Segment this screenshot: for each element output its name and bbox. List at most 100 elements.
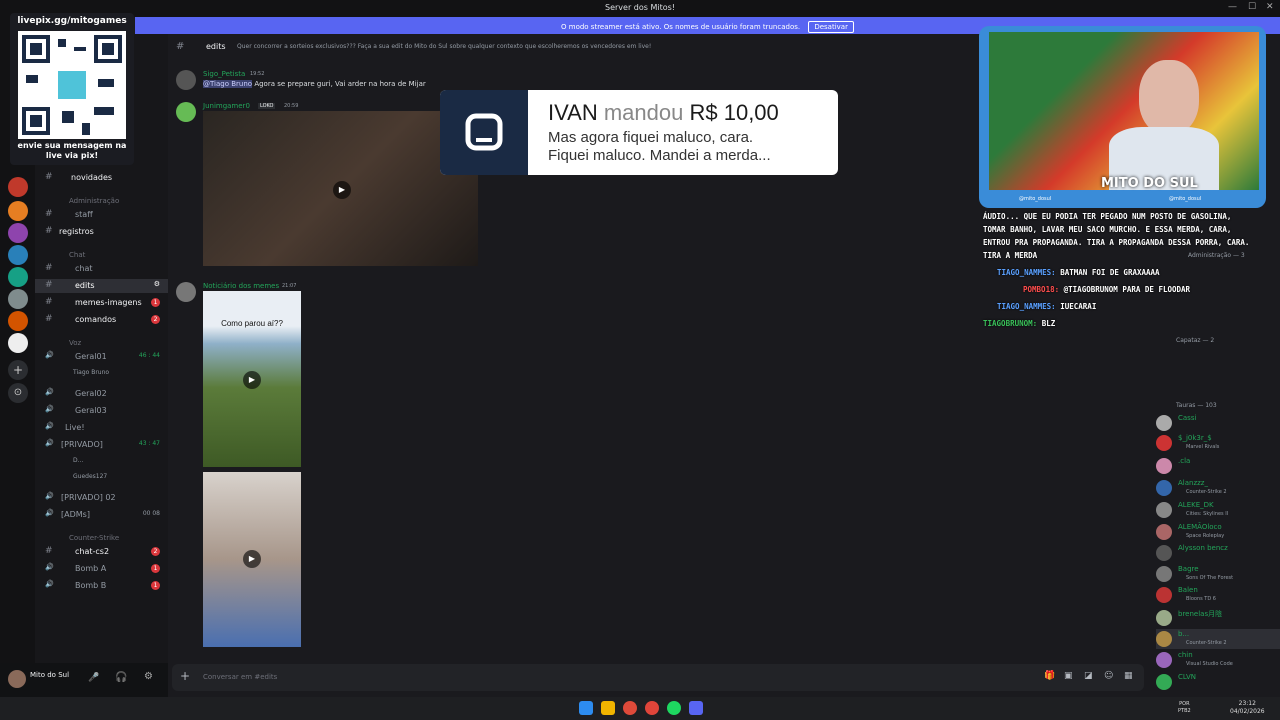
mention[interactable]: @Tiago Bruno [203, 80, 253, 88]
speaker-icon: 🔊 [45, 563, 54, 571]
member-item[interactable]: brenelas月陰 [1156, 608, 1280, 628]
speaker-icon: 🔊 [45, 422, 54, 430]
channel-chat-cs2[interactable]: # chat-cs2 2 [35, 545, 168, 559]
server-icon[interactable] [8, 289, 28, 309]
category-voz[interactable]: Voz [35, 337, 168, 351]
gif-icon[interactable]: ▣ [1064, 671, 1073, 681]
app-icon[interactable] [645, 701, 659, 715]
member-item[interactable]: b... Counter-Strike 2 [1156, 629, 1280, 649]
server-icon[interactable] [8, 311, 28, 331]
member-item[interactable]: .cla [1156, 456, 1280, 476]
channel-novidades[interactable]: # novidades [35, 171, 168, 185]
add-server-icon[interactable]: + [8, 360, 28, 380]
member-item[interactable]: chin Visual Studio Code [1156, 650, 1280, 670]
webcam-overlay: MITO DO SUL @mito_dosul @mito_dosul [979, 26, 1266, 208]
voice-geral01[interactable]: 🔊 Geral01 46 : 44 [35, 350, 168, 364]
voice-live[interactable]: 🔊 Live! [35, 421, 168, 435]
video-embed[interactable]: ▶ [203, 472, 301, 647]
voice-bomb-a[interactable]: 🔊 Bomb A1 [35, 562, 168, 576]
member-category: Capataz — 2 [1176, 337, 1215, 344]
video-embed[interactable]: Como parou aí?? ▶ [203, 291, 301, 467]
voice-privado[interactable]: 🔊 [PRIVADO] 43 : 47 [35, 438, 168, 452]
channel-comandos[interactable]: # comandos 2 [35, 313, 168, 327]
window-title: Server dos Mitos! [605, 3, 675, 12]
mic-icon[interactable]: 🎤 [88, 673, 99, 683]
chat-header: # edits Quer concorrer a sorteios exclus… [168, 38, 978, 56]
speaker-icon: 🔊 [45, 509, 54, 517]
file-explorer-icon[interactable] [601, 701, 615, 715]
voice-geral02[interactable]: 🔊 Geral02 [35, 387, 168, 401]
headset-icon[interactable]: 🎧 [115, 672, 127, 683]
sticker-icon[interactable]: ◪ [1084, 671, 1093, 681]
hash-icon: # [45, 280, 53, 290]
apps-icon[interactable]: ▦ [1124, 671, 1133, 681]
member-item[interactable]: ALEKE_DK Cities: Skylines II [1156, 500, 1280, 520]
disable-streamer-button[interactable]: Desativar [808, 21, 854, 33]
add-attachment-icon[interactable]: + [180, 669, 190, 683]
message-author[interactable]: Sigo_Petista [203, 70, 245, 78]
hash-icon: # [45, 209, 53, 219]
server-icon[interactable] [8, 177, 28, 197]
windows-start-icon[interactable] [579, 701, 593, 715]
member-item[interactable]: Bagre Sons Of The Forest [1156, 564, 1280, 584]
unread-badge: 2 [151, 315, 160, 324]
minimize-icon[interactable]: — [1228, 2, 1237, 12]
server-icon[interactable] [8, 267, 28, 287]
close-icon[interactable]: ✕ [1266, 2, 1274, 12]
member-item[interactable]: CLVN [1156, 672, 1280, 692]
voice-user[interactable]: Guedes127 [35, 471, 168, 485]
discord-icon[interactable] [689, 701, 703, 715]
category-chat[interactable]: Chat [35, 249, 168, 263]
clock[interactable]: 23:12 04/02/2026 [1230, 700, 1265, 716]
category-administracao[interactable]: Administração [35, 195, 168, 209]
member-item[interactable]: $_j0k3r_$ Marvel Rivals [1156, 433, 1280, 453]
member-item[interactable]: ALEMÃOloco Space Roleplay [1156, 522, 1280, 542]
discover-icon[interactable]: ⊙ [8, 383, 28, 403]
hash-icon: # [45, 172, 53, 182]
channel-registros[interactable]: # registros [35, 225, 168, 239]
server-icon[interactable] [8, 245, 28, 265]
member-item[interactable]: Cassi [1156, 413, 1280, 433]
voice-privado-02[interactable]: 🔊 [PRIVADO] 02 [35, 491, 168, 505]
voice-bomb-b[interactable]: 🔊 Bomb B1 [35, 579, 168, 593]
settings-icon[interactable]: ⚙ [144, 671, 153, 682]
message-author[interactable]: Junimgamer0 [203, 102, 250, 110]
server-icon[interactable] [8, 223, 28, 243]
server-icon[interactable] [8, 201, 28, 221]
channel-memes-imagens[interactable]: # memes-imagens 1 [35, 296, 168, 310]
user-panel: Mito do Sul 🎤 🎧 ⚙ [0, 663, 168, 697]
message-author[interactable]: Noticiário dos memes [203, 282, 279, 290]
speaker-icon: 🔊 [45, 439, 54, 447]
emoji-icon[interactable]: ☺ [1104, 671, 1113, 681]
stream-tag: MITO DO SUL [1101, 176, 1198, 191]
avatar[interactable] [8, 670, 26, 688]
hash-icon: # [45, 314, 53, 324]
settings-icon[interactable]: ⚙ [154, 280, 160, 288]
keyboard-layout[interactable]: POR PTB2 [1178, 701, 1191, 715]
play-icon[interactable]: ▶ [243, 371, 261, 389]
server-icon[interactable] [8, 333, 28, 353]
spotify-icon[interactable] [667, 701, 681, 715]
voice-user[interactable]: D... [35, 455, 168, 469]
channel-chat[interactable]: # chat [35, 262, 168, 276]
play-icon[interactable]: ▶ [243, 550, 261, 568]
chrome-icon[interactable] [623, 701, 637, 715]
message-composer[interactable]: + Conversar em #edits 🎁 ▣ ◪ ☺ ▦ [172, 664, 1144, 691]
voice-geral03[interactable]: 🔊 Geral03 [35, 404, 168, 418]
qr-code [18, 31, 126, 139]
channel-staff[interactable]: # staff [35, 208, 168, 222]
donation-message: Mas agora fiquei maluco, cara. Fiquei mal… [548, 129, 771, 164]
channel-edits[interactable]: # edits ⚙ [35, 279, 168, 293]
donation-title: IVAN mandou R$ 10,00 [548, 100, 779, 125]
member-item[interactable]: Balen Bloons TD 6 [1156, 585, 1280, 605]
voice-user[interactable]: Tiago Bruno [35, 367, 168, 381]
maximize-icon[interactable]: ☐ [1248, 2, 1256, 12]
gift-icon[interactable]: 🎁 [1044, 671, 1055, 681]
video-embed[interactable]: ▶ [203, 111, 478, 266]
voice-adms[interactable]: 🔊 [ADMs] 00 08 [35, 508, 168, 522]
member-item[interactable]: Alanzzz_ Counter-Strike 2 [1156, 478, 1280, 498]
play-icon[interactable]: ▶ [333, 181, 351, 199]
speaker-icon: 🔊 [45, 492, 54, 500]
member-item[interactable]: Alysson bencz [1156, 543, 1280, 563]
category-counter-strike[interactable]: Counter-Strike [35, 532, 168, 546]
